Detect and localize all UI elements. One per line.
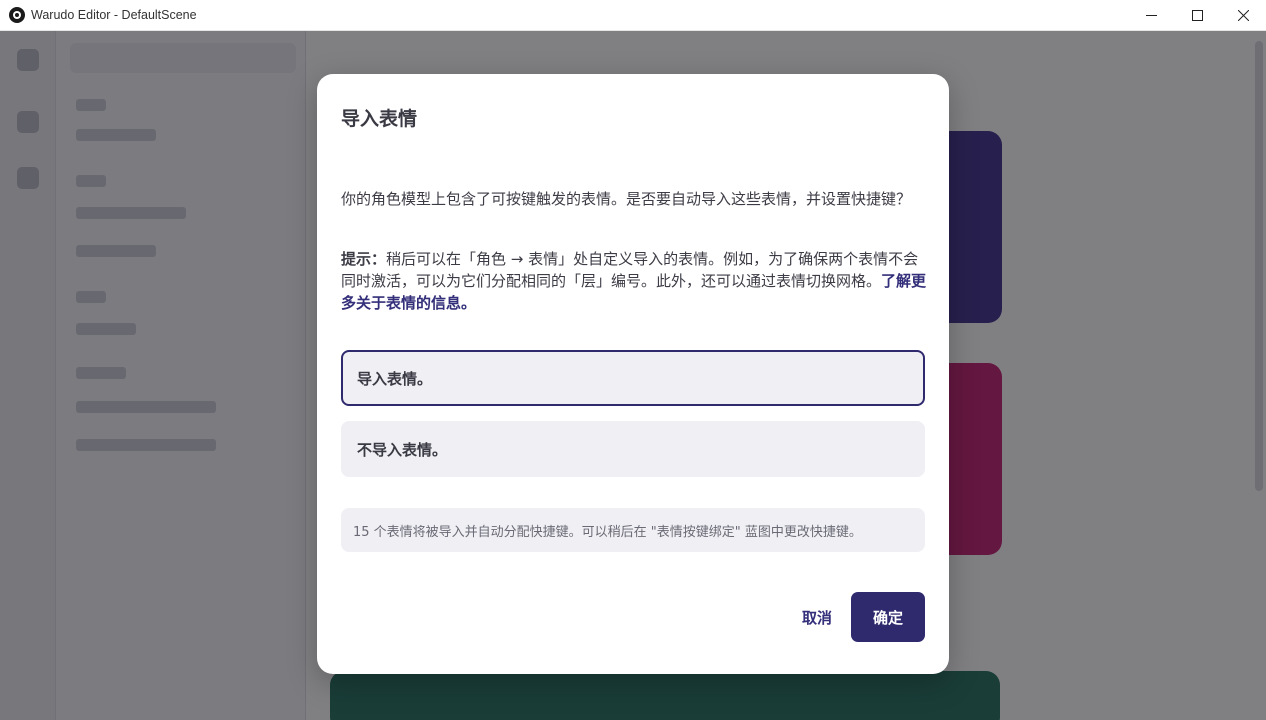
dialog-body-text: 你的角色模型上包含了可按键触发的表情。是否要自动导入这些表情，并设置快捷键？ <box>341 190 912 208</box>
dialog-hint: 提示：稍后可以在「角色 → 表情」处自定义导入的表情。例如，为了确保两个表情不会… <box>341 248 929 314</box>
warudo-logo-icon <box>9 7 25 23</box>
info-text: 15 个表情将被导入并自动分配快捷键。可以稍后在 "表情按键绑定" 蓝图中更改快… <box>353 524 862 540</box>
option-import-expressions[interactable]: 导入表情。 <box>341 350 925 406</box>
close-icon[interactable] <box>1220 0 1266 31</box>
window-title: Warudo Editor - DefaultScene <box>31 8 197 22</box>
minimize-icon[interactable] <box>1128 0 1174 31</box>
option-label: 导入表情。 <box>357 369 433 388</box>
title-bar: Warudo Editor - DefaultScene <box>0 0 1266 31</box>
window-controls <box>1128 0 1266 31</box>
hint-text: 稍后可以在「角色 → 表情」处自定义导入的表情。例如，为了确保两个表情不会同时激… <box>341 250 919 290</box>
cancel-button[interactable]: 取消 <box>775 592 859 642</box>
option-skip-import[interactable]: 不导入表情。 <box>341 421 925 477</box>
import-expressions-dialog: 导入表情 你的角色模型上包含了可按键触发的表情。是否要自动导入这些表情，并设置快… <box>317 74 949 674</box>
confirm-button[interactable]: 确定 <box>851 592 925 642</box>
dialog-title: 导入表情 <box>341 108 418 130</box>
maximize-icon[interactable] <box>1174 0 1220 31</box>
option-label: 不导入表情。 <box>357 440 448 459</box>
info-box: 15 个表情将被导入并自动分配快捷键。可以稍后在 "表情按键绑定" 蓝图中更改快… <box>341 508 925 552</box>
hint-label: 提示： <box>341 250 387 268</box>
